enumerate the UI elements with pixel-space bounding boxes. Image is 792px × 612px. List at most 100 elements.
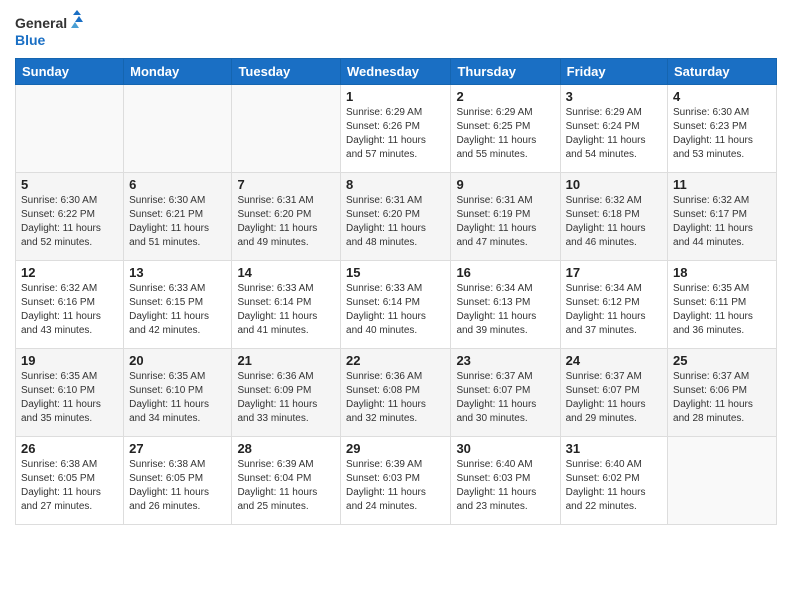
- page-container: General Blue SundayMondayTuesdayWednesda…: [0, 0, 792, 612]
- calendar-cell: 28 Sunrise: 6:39 AM Sunset: 6:04 PM Dayli…: [232, 437, 341, 525]
- calendar-cell: 19Sunrise: 6:35 AM Sunset: 6:10 PM Dayli…: [16, 349, 124, 437]
- calendar-cell: 23Sunrise: 6:37 AM Sunset: 6:07 PM Dayli…: [451, 349, 560, 437]
- calendar-cell: [668, 437, 777, 525]
- day-info: Sunrise: 6:30 AM Sunset: 6:21 PM Dayligh…: [129, 194, 226, 250]
- weekday-header-sunday: Sunday: [16, 59, 124, 85]
- day-info: Sunrise: 6:32 AM Sunset: 6:16 PM Dayligh…: [21, 282, 118, 338]
- day-number: 17: [566, 265, 662, 280]
- day-info: Sunrise: 6:31 AM Sunset: 6:19 PM Dayligh…: [456, 194, 554, 250]
- weekday-header-friday: Friday: [560, 59, 667, 85]
- calendar-week-row: 12 Sunrise: 6:32 AM Sunset: 6:16 PM Dayli…: [16, 261, 777, 349]
- day-info: Sunrise: 6:33 AM Sunset: 6:14 PM Dayligh…: [346, 282, 445, 338]
- day-number: 24: [566, 353, 662, 368]
- svg-text:General: General: [15, 15, 67, 31]
- day-info: Sunrise: 6:34 AM Sunset: 6:13 PM Dayligh…: [456, 282, 554, 338]
- day-number: 28: [237, 441, 335, 456]
- day-info: Sunrise: 6:39 AM Sunset: 6:04 PM Dayligh…: [237, 458, 335, 514]
- calendar-cell: 7Sunrise: 6:31 AM Sunset: 6:20 PM Daylig…: [232, 173, 341, 261]
- calendar-header-row: SundayMondayTuesdayWednesdayThursdayFrid…: [16, 59, 777, 85]
- calendar-cell: 27 Sunrise: 6:38 AM Sunset: 6:05 PM Dayli…: [124, 437, 232, 525]
- day-info: Sunrise: 6:29 AM Sunset: 6:24 PM Dayligh…: [566, 106, 662, 162]
- calendar-cell: 5Sunrise: 6:30 AM Sunset: 6:22 PM Daylig…: [16, 173, 124, 261]
- calendar-week-row: 26 Sunrise: 6:38 AM Sunset: 6:05 PM Dayli…: [16, 437, 777, 525]
- svg-text:Blue: Blue: [15, 32, 46, 48]
- day-info: Sunrise: 6:39 AM Sunset: 6:03 PM Dayligh…: [346, 458, 445, 514]
- calendar-cell: [124, 85, 232, 173]
- day-info: Sunrise: 6:40 AM Sunset: 6:03 PM Dayligh…: [456, 458, 554, 514]
- weekday-header-tuesday: Tuesday: [232, 59, 341, 85]
- day-info: Sunrise: 6:37 AM Sunset: 6:07 PM Dayligh…: [456, 370, 554, 426]
- day-number: 27: [129, 441, 226, 456]
- day-number: 26: [21, 441, 118, 456]
- logo-svg: General Blue: [15, 10, 85, 50]
- day-info: Sunrise: 6:35 AM Sunset: 6:10 PM Dayligh…: [21, 370, 118, 426]
- day-info: Sunrise: 6:36 AM Sunset: 6:09 PM Dayligh…: [237, 370, 335, 426]
- header: General Blue: [15, 10, 777, 50]
- calendar-week-row: 19Sunrise: 6:35 AM Sunset: 6:10 PM Dayli…: [16, 349, 777, 437]
- calendar-cell: 10 Sunrise: 6:32 AM Sunset: 6:18 PM Dayli…: [560, 173, 667, 261]
- calendar-cell: 16 Sunrise: 6:34 AM Sunset: 6:13 PM Dayli…: [451, 261, 560, 349]
- calendar-cell: 17 Sunrise: 6:34 AM Sunset: 6:12 PM Dayli…: [560, 261, 667, 349]
- calendar-cell: 24 Sunrise: 6:37 AM Sunset: 6:07 PM Dayli…: [560, 349, 667, 437]
- day-number: 15: [346, 265, 445, 280]
- calendar-week-row: 1 Sunrise: 6:29 AM Sunset: 6:26 PM Daylig…: [16, 85, 777, 173]
- day-info: Sunrise: 6:36 AM Sunset: 6:08 PM Dayligh…: [346, 370, 445, 426]
- day-number: 18: [673, 265, 771, 280]
- day-number: 29: [346, 441, 445, 456]
- day-number: 13: [129, 265, 226, 280]
- weekday-header-wednesday: Wednesday: [341, 59, 451, 85]
- day-info: Sunrise: 6:38 AM Sunset: 6:05 PM Dayligh…: [21, 458, 118, 514]
- day-info: Sunrise: 6:30 AM Sunset: 6:22 PM Dayligh…: [21, 194, 118, 250]
- day-info: Sunrise: 6:29 AM Sunset: 6:25 PM Dayligh…: [456, 106, 554, 162]
- calendar-cell: 11 Sunrise: 6:32 AM Sunset: 6:17 PM Dayli…: [668, 173, 777, 261]
- calendar-table: SundayMondayTuesdayWednesdayThursdayFrid…: [15, 58, 777, 525]
- weekday-header-saturday: Saturday: [668, 59, 777, 85]
- calendar-cell: 6 Sunrise: 6:30 AM Sunset: 6:21 PM Daylig…: [124, 173, 232, 261]
- calendar-cell: 1 Sunrise: 6:29 AM Sunset: 6:26 PM Daylig…: [341, 85, 451, 173]
- weekday-header-thursday: Thursday: [451, 59, 560, 85]
- day-info: Sunrise: 6:31 AM Sunset: 6:20 PM Dayligh…: [346, 194, 445, 250]
- calendar-cell: 9 Sunrise: 6:31 AM Sunset: 6:19 PM Daylig…: [451, 173, 560, 261]
- calendar-cell: 4Sunrise: 6:30 AM Sunset: 6:23 PM Daylig…: [668, 85, 777, 173]
- day-info: Sunrise: 6:34 AM Sunset: 6:12 PM Dayligh…: [566, 282, 662, 338]
- calendar-cell: 31Sunrise: 6:40 AM Sunset: 6:02 PM Dayli…: [560, 437, 667, 525]
- calendar-cell: 22Sunrise: 6:36 AM Sunset: 6:08 PM Dayli…: [341, 349, 451, 437]
- day-info: Sunrise: 6:35 AM Sunset: 6:10 PM Dayligh…: [129, 370, 226, 426]
- day-number: 10: [566, 177, 662, 192]
- day-info: Sunrise: 6:38 AM Sunset: 6:05 PM Dayligh…: [129, 458, 226, 514]
- day-number: 8: [346, 177, 445, 192]
- day-number: 4: [673, 89, 771, 104]
- calendar-cell: 18Sunrise: 6:35 AM Sunset: 6:11 PM Dayli…: [668, 261, 777, 349]
- day-number: 12: [21, 265, 118, 280]
- calendar-cell: 14 Sunrise: 6:33 AM Sunset: 6:14 PM Dayli…: [232, 261, 341, 349]
- calendar-cell: 15 Sunrise: 6:33 AM Sunset: 6:14 PM Dayli…: [341, 261, 451, 349]
- calendar-cell: 26 Sunrise: 6:38 AM Sunset: 6:05 PM Dayli…: [16, 437, 124, 525]
- day-number: 16: [456, 265, 554, 280]
- day-number: 25: [673, 353, 771, 368]
- day-number: 20: [129, 353, 226, 368]
- day-number: 9: [456, 177, 554, 192]
- day-info: Sunrise: 6:40 AM Sunset: 6:02 PM Dayligh…: [566, 458, 662, 514]
- calendar-cell: 12 Sunrise: 6:32 AM Sunset: 6:16 PM Dayli…: [16, 261, 124, 349]
- calendar-week-row: 5Sunrise: 6:30 AM Sunset: 6:22 PM Daylig…: [16, 173, 777, 261]
- day-number: 3: [566, 89, 662, 104]
- day-number: 1: [346, 89, 445, 104]
- calendar-cell: 30Sunrise: 6:40 AM Sunset: 6:03 PM Dayli…: [451, 437, 560, 525]
- day-number: 7: [237, 177, 335, 192]
- calendar-cell: 3 Sunrise: 6:29 AM Sunset: 6:24 PM Daylig…: [560, 85, 667, 173]
- day-number: 14: [237, 265, 335, 280]
- day-number: 11: [673, 177, 771, 192]
- day-info: Sunrise: 6:37 AM Sunset: 6:07 PM Dayligh…: [566, 370, 662, 426]
- calendar-cell: 29 Sunrise: 6:39 AM Sunset: 6:03 PM Dayli…: [341, 437, 451, 525]
- day-info: Sunrise: 6:32 AM Sunset: 6:18 PM Dayligh…: [566, 194, 662, 250]
- day-number: 21: [237, 353, 335, 368]
- calendar-cell: [16, 85, 124, 173]
- weekday-header-monday: Monday: [124, 59, 232, 85]
- calendar-cell: 8 Sunrise: 6:31 AM Sunset: 6:20 PM Daylig…: [341, 173, 451, 261]
- day-info: Sunrise: 6:29 AM Sunset: 6:26 PM Dayligh…: [346, 106, 445, 162]
- logo: General Blue: [15, 10, 85, 50]
- day-number: 6: [129, 177, 226, 192]
- day-info: Sunrise: 6:32 AM Sunset: 6:17 PM Dayligh…: [673, 194, 771, 250]
- day-info: Sunrise: 6:37 AM Sunset: 6:06 PM Dayligh…: [673, 370, 771, 426]
- day-info: Sunrise: 6:33 AM Sunset: 6:14 PM Dayligh…: [237, 282, 335, 338]
